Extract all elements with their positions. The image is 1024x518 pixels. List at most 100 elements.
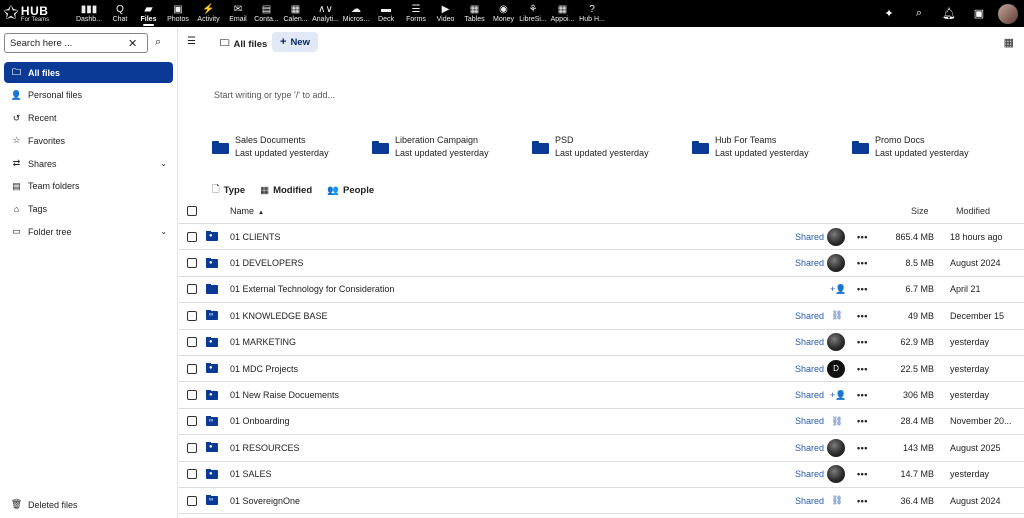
contacts-menu-icon[interactable]: ▣	[964, 7, 994, 20]
recent-folder-card[interactable]: Liberation Campaign Last updated yesterda…	[372, 134, 489, 160]
sharee-avatar[interactable]: D	[827, 359, 845, 378]
select-all-checkbox[interactable]	[187, 206, 197, 216]
shared-label[interactable]: Shared	[795, 364, 824, 374]
user-avatar[interactable]	[998, 3, 1018, 24]
table-row[interactable]: ● 01 CLIENTS Shared ••• 865.4 MB 18 hours ago	[179, 224, 1024, 251]
filter-modified[interactable]: ▦ Modified	[260, 182, 312, 198]
table-row[interactable]: ● 01 MDC Projects Shared D ••• 22.5 MB yesterd…	[179, 356, 1024, 383]
shared-label[interactable]: Shared	[795, 258, 824, 268]
recent-folder-card[interactable]: PSD Last updated yesterday	[532, 134, 649, 160]
file-name[interactable]: 01 KNOWLEDGE BASE	[230, 311, 328, 321]
shared-label[interactable]: Shared	[795, 390, 824, 400]
sharee-avatar[interactable]	[827, 227, 845, 246]
more-actions-icon[interactable]: •••	[857, 232, 868, 242]
file-name[interactable]: 01 External Technology for Consideration	[230, 284, 394, 294]
file-name[interactable]: 01 DEVELOPERS	[230, 258, 304, 268]
sidebar-item-deleted-files[interactable]: 🗑︎ Deleted files	[10, 499, 78, 510]
more-actions-icon[interactable]: •••	[857, 416, 868, 426]
sidebar-item-favorites[interactable]: ☆ Favorites	[4, 130, 173, 151]
app-photos[interactable]: ▣ Photos	[163, 0, 193, 27]
more-actions-icon[interactable]: •••	[857, 496, 868, 506]
table-row[interactable]: 01 External Technology for Consideration…	[179, 277, 1024, 304]
link-icon[interactable]: ⛓	[830, 495, 844, 506]
shared-label[interactable]: Shared	[795, 496, 824, 506]
sharee-avatar[interactable]	[827, 333, 845, 352]
app-dashboard[interactable]: ▮▮▮ Dashb...	[72, 0, 106, 27]
chevron-down-icon[interactable]: ⌄	[160, 159, 167, 168]
row-checkbox[interactable]	[187, 495, 197, 506]
sidebar-item-all-files[interactable]: 🗀 All files	[4, 62, 173, 83]
table-row[interactable]: ∞ 01 KNOWLEDGE BASE Shared ⛓ ••• 49 MB Decembe…	[179, 303, 1024, 330]
app-calendar[interactable]: ▦ Calen...	[281, 0, 310, 27]
app-email[interactable]: ✉ Email	[224, 0, 252, 27]
row-checkbox[interactable]	[187, 231, 197, 242]
more-actions-icon[interactable]: •••	[857, 364, 868, 374]
shared-label[interactable]: Shared	[795, 443, 824, 453]
file-name[interactable]: 01 SovereignOne	[230, 496, 300, 506]
sidebar-item-recent[interactable]: ↺ Recent	[4, 108, 173, 129]
menu-toggle-icon[interactable]: ☰	[187, 36, 196, 47]
chevron-down-icon[interactable]: ⌄	[160, 227, 167, 236]
grid-view-icon[interactable]: ▦	[1004, 36, 1014, 49]
filter-people[interactable]: 👥 People	[327, 182, 374, 198]
recent-folder-card[interactable]: Hub For Teams Last updated yesterday	[692, 134, 809, 160]
app-contacts[interactable]: ▤ Conta...	[252, 0, 281, 27]
sharee-avatar[interactable]	[827, 438, 845, 457]
search-icon[interactable]: ⌕	[904, 7, 934, 20]
new-button[interactable]: + New	[272, 32, 318, 52]
table-row[interactable]: ● 01 New Raise Docuements Shared +👤 ••• 306 M…	[179, 382, 1024, 409]
shared-label[interactable]: Shared	[795, 311, 824, 321]
file-name[interactable]: 01 MARKETING	[230, 337, 296, 347]
app-tables[interactable]: ▦ Tables	[460, 0, 489, 27]
app-analytics[interactable]: ∧∨ Analyti...	[310, 0, 341, 27]
search-icon[interactable]: ⌕	[155, 36, 161, 49]
app-activity[interactable]: ⚡ Activity	[193, 0, 224, 27]
more-actions-icon[interactable]: •••	[857, 469, 868, 479]
filter-type[interactable]: 🗋 Type	[212, 182, 245, 198]
table-row[interactable]: ● 01 SALES Shared ••• 14.7 MB yesterday	[179, 462, 1024, 488]
more-actions-icon[interactable]: •••	[857, 337, 868, 347]
sidebar-item-tags[interactable]: ⌂ Tags	[4, 199, 173, 220]
link-icon[interactable]: ⛓	[830, 310, 844, 321]
breadcrumb[interactable]: 🗀 All files	[220, 36, 267, 52]
more-actions-icon[interactable]: •••	[857, 311, 868, 321]
file-name[interactable]: 01 RESOURCES	[230, 443, 300, 453]
sparkle-icon[interactable]: ✦	[874, 7, 904, 20]
close-icon[interactable]: ✕	[128, 37, 137, 50]
app-forms[interactable]: ☰ Forms	[401, 0, 431, 27]
search-input[interactable]	[10, 37, 128, 49]
add-person-icon[interactable]: +👤	[830, 284, 846, 295]
file-name[interactable]: 01 SALES	[230, 469, 272, 479]
link-icon[interactable]: ⛓	[830, 416, 844, 427]
recent-folder-card[interactable]: Sales Documents Last updated yesterday	[212, 134, 329, 160]
hub-logo[interactable]: ✩ HUB For Teams	[0, 4, 72, 23]
table-row[interactable]: ● 01 MARKETING Shared ••• 62.9 MB yesterday	[179, 330, 1024, 356]
row-checkbox[interactable]	[187, 390, 197, 401]
sharee-avatar[interactable]	[827, 254, 845, 273]
app-deck[interactable]: ▬ Deck	[371, 0, 401, 27]
row-checkbox[interactable]	[187, 363, 197, 374]
shared-label[interactable]: Shared	[795, 469, 824, 479]
column-name[interactable]: Name ▲	[230, 206, 264, 216]
table-row[interactable]: ∞ 01 SovereignOne Shared ⛓ ••• 36.4 MB August …	[179, 488, 1024, 515]
sharee-avatar[interactable]	[827, 465, 845, 484]
table-row[interactable]: ● 01 RESOURCES Shared ••• 143 MB August 2025	[179, 435, 1024, 462]
shared-label[interactable]: Shared	[795, 232, 824, 242]
more-actions-icon[interactable]: •••	[857, 258, 868, 268]
table-row[interactable]: ● 01 DEVELOPERS Shared ••• 8.5 MB August 2024	[179, 250, 1024, 277]
recent-folder-card[interactable]: Promo Docs Last updated yesterday	[852, 134, 969, 160]
app-money[interactable]: ◉ Money	[489, 0, 518, 27]
app-microsoft[interactable]: ☁ Micros...	[341, 0, 371, 27]
row-checkbox[interactable]	[187, 337, 197, 348]
more-actions-icon[interactable]: •••	[857, 284, 868, 294]
file-name[interactable]: 01 Onboarding	[230, 416, 290, 426]
app-libresign[interactable]: ⚘ LibreSi...	[518, 0, 548, 27]
row-checkbox[interactable]	[187, 469, 197, 480]
row-checkbox[interactable]	[187, 442, 197, 453]
add-person-icon[interactable]: +👤	[830, 390, 846, 401]
more-actions-icon[interactable]: •••	[857, 443, 868, 453]
column-size[interactable]: Size	[911, 206, 929, 216]
shared-label[interactable]: Shared	[795, 416, 824, 426]
row-checkbox[interactable]	[187, 310, 197, 321]
file-name[interactable]: 01 New Raise Docuements	[230, 390, 339, 400]
